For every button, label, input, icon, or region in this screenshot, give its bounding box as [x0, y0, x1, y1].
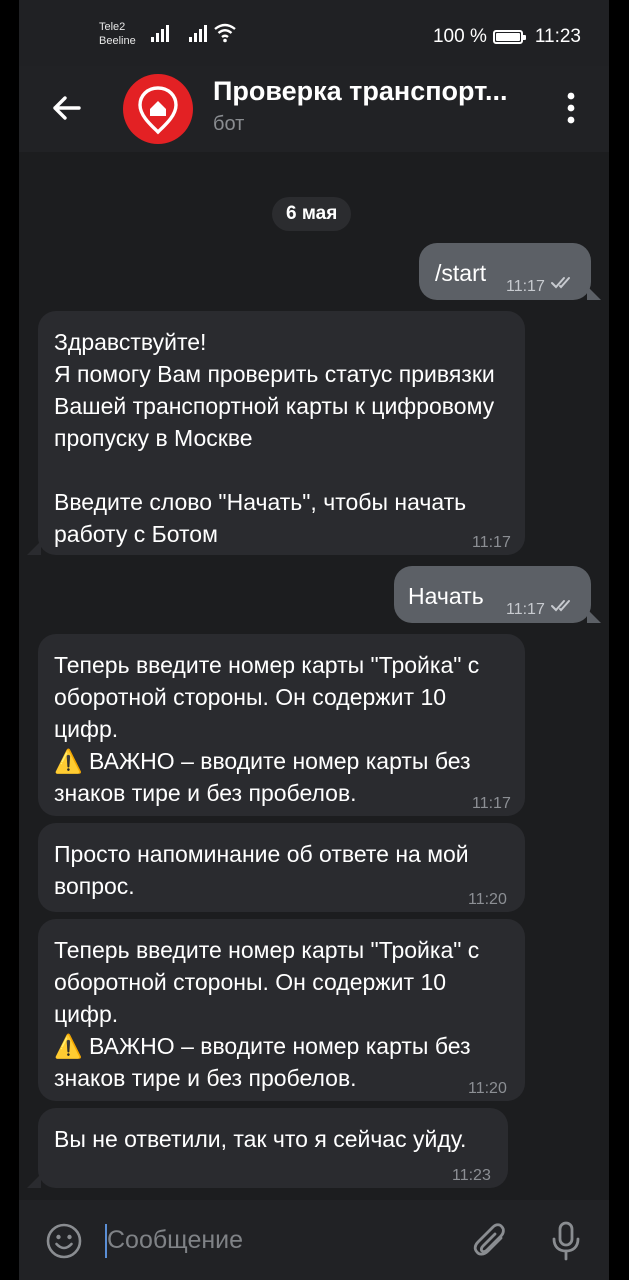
message-time: 11:17: [506, 278, 545, 295]
carrier-2: Beeline: [99, 35, 136, 47]
message-time: 11:20: [468, 1080, 507, 1097]
message-incoming[interactable]: Просто напоминание об ответе на мой вопр…: [38, 823, 525, 912]
bubble-tail: [587, 609, 601, 623]
message-text: Просто напоминание об ответе на мой вопр…: [54, 841, 476, 899]
message-time: 11:17: [506, 601, 545, 618]
message-outgoing[interactable]: /start 11:17: [419, 243, 591, 300]
battery-icon: [492, 30, 526, 44]
battery-percent: 100 %: [432, 26, 487, 47]
message-time: 11:17: [472, 534, 511, 551]
message-time: 11:17: [472, 795, 511, 812]
carriers: Tele2 Beeline: [99, 20, 136, 48]
signal-icon: [151, 25, 169, 42]
message-time: 11:20: [468, 891, 507, 908]
message-incoming[interactable]: Теперь введите номер карты "Тройка" с об…: [38, 634, 525, 816]
message-text: /start: [435, 260, 487, 286]
message-incoming[interactable]: Вы не ответили, так что я сейчас уйду. 1…: [38, 1108, 508, 1188]
message-input[interactable]: Сообщение: [107, 1226, 243, 1255]
message-time: 11:23: [452, 1167, 491, 1184]
smile-icon[interactable]: [45, 1222, 83, 1260]
message-text: Начать: [408, 583, 484, 609]
arrow-left-icon[interactable]: [47, 88, 87, 128]
date-separator: 6 мая: [272, 197, 352, 231]
message-text: Здравствуйте! Я помогу Вам проверить ста…: [54, 329, 495, 547]
message-outgoing[interactable]: Начать 11:17: [394, 566, 591, 623]
chat-header: Проверка транспорт... бот: [19, 66, 609, 152]
message-text: Вы не ответили, так что я сейчас уйду.: [54, 1126, 467, 1152]
microphone-icon[interactable]: [549, 1220, 583, 1262]
message-text: Теперь введите номер карты "Тройка" с об…: [54, 937, 480, 1091]
location-pin-icon: [138, 86, 178, 135]
double-check-icon: [551, 600, 570, 612]
chat-title[interactable]: Проверка транспорт...: [213, 76, 508, 107]
status-right: 100 % 11:23: [433, 26, 581, 48]
signal-icon: [189, 25, 207, 42]
carrier-1: Tele2: [99, 21, 126, 33]
wifi-icon: [214, 23, 236, 43]
message-incoming[interactable]: Теперь введите номер карты "Тройка" с об…: [38, 919, 525, 1101]
paperclip-icon[interactable]: [471, 1220, 511, 1262]
message-composer: Сообщение: [19, 1200, 609, 1280]
message-text: Теперь введите номер карты "Тройка" с об…: [54, 652, 480, 806]
clock: 11:23: [534, 26, 581, 47]
status-bar: Tele2 Beeline 100 % 11:23: [19, 0, 609, 66]
chat-subtitle: бот: [213, 113, 245, 135]
message-incoming[interactable]: Здравствуйте! Я помогу Вам проверить ста…: [38, 311, 525, 555]
phone-screen: Tele2 Beeline 100 % 11:23 Проверка транс…: [19, 0, 609, 1280]
avatar[interactable]: [123, 74, 193, 144]
bubble-tail: [587, 286, 601, 300]
more-vertical-icon[interactable]: [559, 88, 583, 128]
double-check-icon: [551, 277, 570, 289]
